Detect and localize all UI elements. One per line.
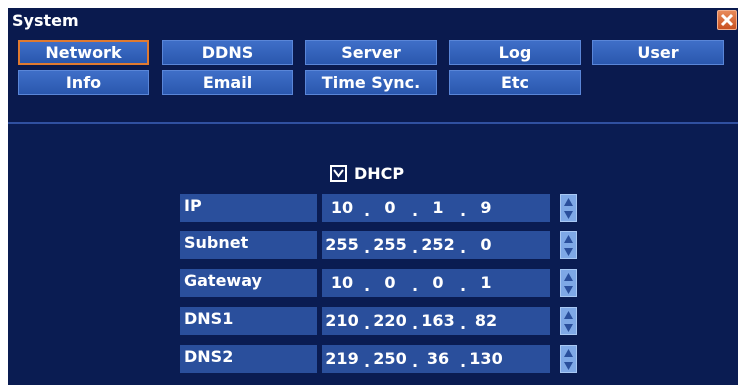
subnet-spinner[interactable] bbox=[560, 231, 577, 259]
ip-octet-2[interactable]: 0 bbox=[370, 198, 410, 217]
subnet-mask-field[interactable]: 255 . 255 . 252 . 0 bbox=[322, 231, 550, 259]
dns1-octet-2[interactable]: 220 bbox=[370, 311, 410, 330]
dns2-label: DNS2 bbox=[180, 345, 317, 373]
arrow-up-icon[interactable] bbox=[562, 309, 575, 321]
arrow-down-icon[interactable] bbox=[562, 322, 575, 334]
window-title: System bbox=[12, 11, 79, 30]
gateway-label: Gateway bbox=[180, 269, 317, 297]
dns1-octet-1[interactable]: 210 bbox=[322, 311, 362, 330]
tab-log[interactable]: Log bbox=[449, 40, 581, 65]
gateway-spinner[interactable] bbox=[560, 269, 577, 297]
dns1-octet-3[interactable]: 163 bbox=[418, 311, 458, 330]
gateway-octet-2[interactable]: 0 bbox=[370, 273, 410, 292]
close-button[interactable] bbox=[717, 10, 737, 30]
dhcp-checkbox[interactable] bbox=[330, 165, 347, 182]
arrow-down-icon[interactable] bbox=[562, 246, 575, 258]
gateway-field[interactable]: 10 . 0 . 0 . 1 bbox=[322, 269, 550, 297]
tab-email[interactable]: Email bbox=[162, 70, 293, 95]
network-settings-panel: DHCP IP 10 . 0 . 1 . 9 Subnet 255 . 255 … bbox=[8, 124, 738, 385]
arrow-up-icon[interactable] bbox=[562, 271, 575, 283]
subnet-label: Subnet bbox=[180, 231, 317, 259]
ip-address-field[interactable]: 10 . 0 . 1 . 9 bbox=[322, 194, 550, 222]
gateway-octet-3[interactable]: 0 bbox=[418, 273, 458, 292]
tab-user[interactable]: User bbox=[592, 40, 724, 65]
ip-octet-1[interactable]: 10 bbox=[322, 198, 362, 217]
subnet-octet-3[interactable]: 252 bbox=[418, 235, 458, 254]
ip-octet-3[interactable]: 1 bbox=[418, 198, 458, 217]
arrow-up-icon[interactable] bbox=[562, 347, 575, 359]
tab-etc[interactable]: Etc bbox=[449, 70, 581, 95]
subnet-octet-2[interactable]: 255 bbox=[370, 235, 410, 254]
ip-spinner[interactable] bbox=[560, 194, 577, 222]
checkmark-icon bbox=[333, 169, 344, 178]
arrow-up-icon[interactable] bbox=[562, 196, 575, 208]
tab-time-sync[interactable]: Time Sync. bbox=[305, 70, 437, 95]
gateway-octet-1[interactable]: 10 bbox=[322, 273, 362, 292]
gateway-octet-4[interactable]: 1 bbox=[466, 273, 506, 292]
arrow-down-icon[interactable] bbox=[562, 360, 575, 372]
title-bar: System bbox=[8, 8, 738, 34]
dns2-octet-1[interactable]: 219 bbox=[322, 349, 362, 368]
ip-octet-4[interactable]: 9 bbox=[466, 198, 506, 217]
arrow-up-icon[interactable] bbox=[562, 233, 575, 245]
dns1-octet-4[interactable]: 82 bbox=[466, 311, 506, 330]
dhcp-label: DHCP bbox=[354, 164, 405, 183]
close-icon bbox=[720, 13, 734, 27]
dns1-label: DNS1 bbox=[180, 307, 317, 335]
system-window: System Network DDNS Server Log User Info… bbox=[8, 8, 738, 385]
dns2-spinner[interactable] bbox=[560, 345, 577, 373]
dns2-octet-3[interactable]: 36 bbox=[418, 349, 458, 368]
tab-info[interactable]: Info bbox=[18, 70, 149, 95]
subnet-octet-4[interactable]: 0 bbox=[466, 235, 506, 254]
ip-label: IP bbox=[180, 194, 317, 222]
dns2-octet-2[interactable]: 250 bbox=[370, 349, 410, 368]
dns1-field[interactable]: 210 . 220 . 163 . 82 bbox=[322, 307, 550, 335]
tab-network[interactable]: Network bbox=[18, 40, 149, 65]
arrow-down-icon[interactable] bbox=[562, 209, 575, 221]
arrow-down-icon[interactable] bbox=[562, 284, 575, 296]
tab-server[interactable]: Server bbox=[305, 40, 437, 65]
dns2-field[interactable]: 219 . 250 . 36 . 130 bbox=[322, 345, 550, 373]
tab-bar: Network DDNS Server Log User Info Email … bbox=[8, 34, 738, 124]
dns1-spinner[interactable] bbox=[560, 307, 577, 335]
dns2-octet-4[interactable]: 130 bbox=[466, 349, 506, 368]
tab-ddns[interactable]: DDNS bbox=[162, 40, 293, 65]
subnet-octet-1[interactable]: 255 bbox=[322, 235, 362, 254]
